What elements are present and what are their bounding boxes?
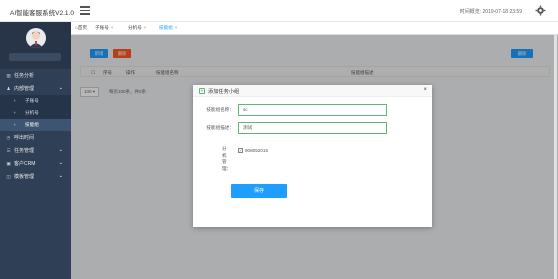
avatar[interactable]	[26, 28, 46, 48]
chevron-down-icon: ⌄	[58, 173, 63, 179]
sidebar-item-call-time[interactable]: ◷ 呼出时间	[0, 131, 71, 144]
close-icon[interactable]: ×	[423, 87, 427, 93]
extension-option-label: 908052015	[245, 148, 268, 153]
add-task-group-dialog: + 添加任务小组 × 技能组名称： sc 技能组描述： 测试 分机管理： ✓ 90…	[193, 85, 432, 227]
chevron-down-icon: ⌄	[58, 160, 63, 166]
sidebar-item-label: 子账号	[25, 98, 39, 103]
name-label: 技能组名称：	[206, 107, 234, 112]
chevron-down-icon: ⌄	[58, 85, 63, 91]
sidebar: ▥ 任务分析 ♟ 内部管理 ⌄ › 子账号 › 分机号 › 技能组 ◷ 呼出时间 ☰ 任务管理 ⌄…	[0, 22, 71, 279]
desc-label: 技能组描述：	[206, 125, 234, 130]
tab-label: 首页	[77, 25, 87, 30]
sidebar-search-box[interactable]	[9, 53, 61, 61]
list-icon: ☰	[6, 148, 11, 153]
template-icon: ◫	[6, 174, 11, 179]
sidebar-item-label: 分机号	[25, 110, 39, 115]
dialog-title: 添加任务小组	[208, 89, 240, 95]
sidebar-item-task-mgmt[interactable]: ☰ 任务管理 ⌄	[0, 144, 71, 157]
tab-label: 分机号	[128, 25, 142, 30]
app-title: AI智能客服系统V2.1.0	[10, 10, 74, 17]
extension-label: 分机管理：	[222, 146, 232, 171]
add-icon: +	[199, 88, 205, 94]
people-icon: ♟	[6, 86, 11, 91]
checkbox-checked-icon: ✓	[238, 148, 243, 154]
close-icon[interactable]: ×	[175, 25, 178, 30]
clock-icon: ◷	[6, 135, 11, 140]
skill-group-name-input[interactable]: sc	[238, 104, 387, 116]
extension-checkbox[interactable]: ✓ 908052015	[238, 148, 268, 154]
sidebar-item-label: 技能组	[25, 122, 39, 127]
tab-skill-group[interactable]: 技能组 ×	[159, 25, 177, 31]
save-button[interactable]: 保存	[231, 184, 287, 198]
tab-home[interactable]: ⌂首页	[75, 25, 87, 31]
tab-label: 子账号	[95, 25, 109, 30]
top-header: AI智能客服系统V2.1.0 时间概览: 2019-07-18 23:59	[0, 0, 558, 22]
close-icon[interactable]: ×	[111, 25, 114, 30]
dialog-header: + 添加任务小组 ×	[193, 85, 432, 97]
scrollbar[interactable]	[554, 35, 557, 279]
tab-sub-account[interactable]: 子账号 ×	[95, 25, 113, 31]
sidebar-header	[0, 22, 71, 69]
sidebar-nav: ▥ 任务分析 ♟ 内部管理 ⌄ › 子账号 › 分机号 › 技能组 ◷ 呼出时间 ☰ 任务管理 ⌄…	[0, 69, 71, 183]
chevron-right-icon: ›	[14, 122, 16, 127]
chart-icon: ▥	[6, 73, 11, 78]
clock-text: 时间概览: 2019-07-18 23:59	[459, 9, 522, 15]
tab-label: 技能组	[159, 25, 173, 30]
sidebar-item-template-mgmt[interactable]: ◫ 模板管理 ⌄	[0, 170, 71, 183]
close-icon[interactable]: ×	[144, 25, 147, 30]
tab-extension[interactable]: 分机号 ×	[128, 25, 146, 31]
skill-group-desc-input[interactable]: 测试	[238, 122, 387, 134]
sidebar-item-label: 内部管理	[14, 86, 35, 92]
sidebar-subitem-extension[interactable]: › 分机号	[0, 107, 71, 119]
menu-toggle-icon[interactable]	[80, 6, 90, 15]
sidebar-item-task-analysis[interactable]: ▥ 任务分析	[0, 69, 71, 82]
sidebar-subitem-skill-group[interactable]: › 技能组	[0, 119, 71, 131]
gear-icon[interactable]	[535, 5, 546, 16]
chevron-down-icon: ⌄	[58, 147, 63, 153]
sidebar-item-crm[interactable]: ▣ 客户CRM ⌄	[0, 157, 71, 170]
chevron-right-icon: ›	[14, 98, 16, 103]
tabs-bar: ⌂首页 子账号 × 分机号 × 技能组 ×	[71, 22, 558, 35]
crm-icon: ▣	[6, 161, 11, 166]
sidebar-item-label: 客户CRM	[14, 161, 36, 167]
sidebar-item-internal-mgmt[interactable]: ♟ 内部管理 ⌄	[0, 82, 71, 95]
sidebar-item-label: 呼出时间	[14, 135, 35, 141]
chevron-right-icon: ›	[14, 110, 16, 115]
sidebar-item-label: 模板管理	[14, 174, 35, 180]
sidebar-item-label: 任务分析	[14, 73, 35, 79]
sidebar-subitem-sub-account[interactable]: › 子账号	[0, 95, 71, 107]
sidebar-item-label: 任务管理	[14, 148, 35, 154]
